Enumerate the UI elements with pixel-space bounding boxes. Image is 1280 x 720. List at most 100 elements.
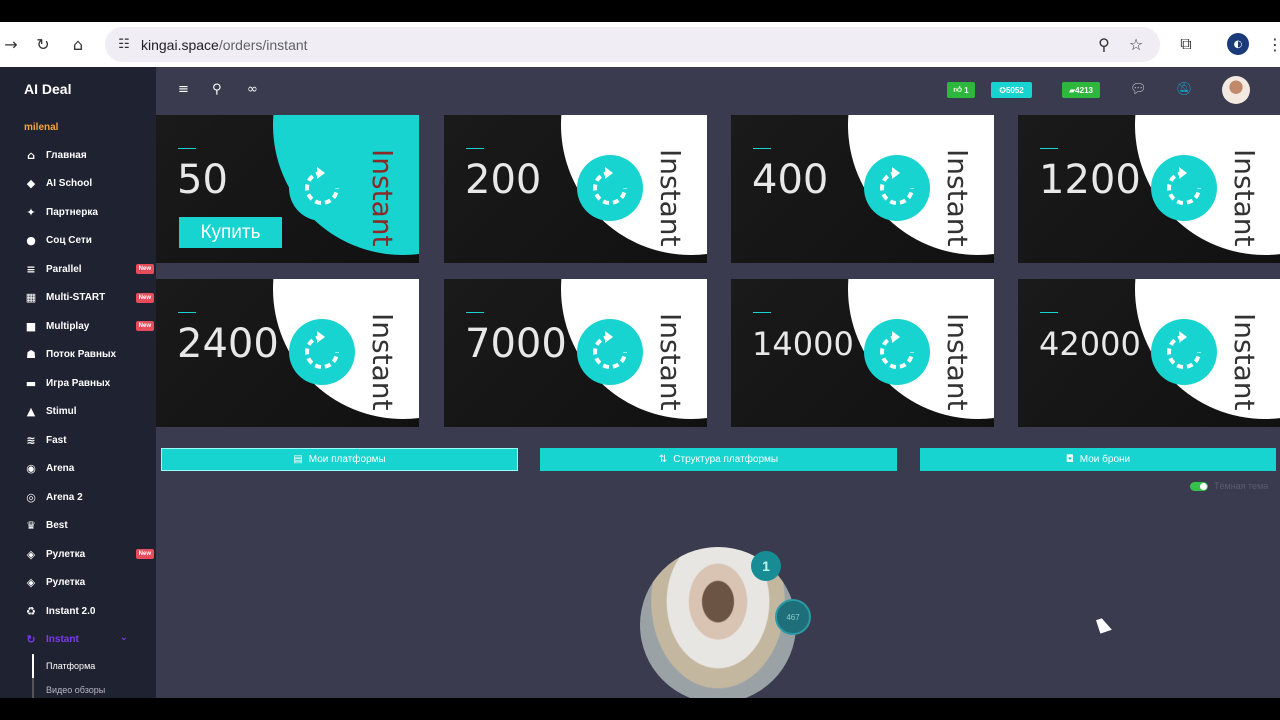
coins-a-value: 5052 — [1005, 85, 1024, 95]
card-accent-line — [753, 148, 771, 149]
dark-theme-toggle[interactable] — [1190, 482, 1208, 491]
recycle-icon: ♻ — [26, 604, 36, 618]
card-accent-line — [178, 148, 196, 149]
platform-structure-button[interactable]: ⇅ Структура платформы — [540, 448, 897, 471]
sidebar-item[interactable]: ⌂ Главная — [0, 141, 156, 170]
top-header: ≡ ⚲ ∞ 👍︎ 1 ✪ 5052 ▰ 4213 💬︎ 🔕︎ — [156, 67, 1280, 113]
forward-icon[interactable]: → — [0, 33, 22, 55]
card-amount: 2400 — [177, 321, 279, 367]
card-type-label: Instant — [941, 149, 974, 247]
sidebar-subitem[interactable]: Видео обзоры — [32, 678, 156, 698]
coins-b-value: 4213 — [1075, 85, 1093, 95]
instant-card[interactable]: 400 Instant — [731, 115, 994, 263]
sidebar-item[interactable]: ■ Multiplay New — [0, 312, 156, 341]
sidebar-item-label: Instant 2.0 — [46, 605, 96, 617]
hamburger-menu-icon[interactable]: ≡ — [178, 82, 189, 97]
my-platforms-button[interactable]: ▤ Мои платформы — [161, 448, 518, 471]
sidebar-item[interactable]: ▦ Multi-START New — [0, 284, 156, 313]
my-bookings-label: Мои брони — [1079, 454, 1131, 465]
my-bookings-button[interactable]: ◘ Мои брони — [920, 448, 1276, 471]
reload-icon[interactable]: ↻ — [32, 33, 54, 55]
card-type-label: Instant — [1228, 149, 1261, 247]
refresh-icon — [289, 319, 355, 385]
sidebar-item[interactable]: ✦ Партнерка — [0, 198, 156, 227]
instant-card[interactable]: 2400 Instant — [156, 279, 419, 427]
likes-counter[interactable]: 👍︎ 1 — [947, 82, 975, 98]
sidebar-item-label: Best — [46, 520, 68, 532]
coin-icon: ✪ — [999, 85, 1006, 95]
sidebar-item-label: Arena — [46, 463, 75, 475]
card-accent-line — [466, 312, 484, 313]
address-bar[interactable]: ☷ kingai.space/orders/instant — [105, 27, 1160, 62]
new-badge: New — [135, 264, 154, 274]
notifications-off-icon[interactable]: 🔕︎ — [1176, 82, 1193, 97]
link-icon[interactable]: ∞ — [247, 82, 258, 97]
sidebar-item-label: Рулетка — [46, 577, 86, 589]
sidebar-item[interactable]: ≡ Parallel New — [0, 255, 156, 284]
sidebar-item[interactable]: ♛ Best — [0, 512, 156, 541]
platform-structure-label: Структура платформы — [673, 454, 779, 465]
username: milenal — [24, 122, 59, 133]
chat-bubbles-icon[interactable]: 💬︎ — [1130, 82, 1147, 97]
home-icon[interactable]: ⌂ — [67, 33, 89, 55]
user-avatar[interactable] — [1222, 76, 1250, 104]
camera-icon: ◘ — [1065, 454, 1074, 465]
mouse-cursor-icon — [1096, 616, 1112, 634]
instant-card[interactable]: 7000 Instant — [444, 279, 707, 427]
sidebar-item-label: Arena 2 — [46, 491, 83, 503]
sidebar-item-label: Рулетка — [46, 548, 86, 560]
instant-card[interactable]: 1200 Instant — [1018, 115, 1280, 263]
video-badge-side: 467 — [775, 599, 811, 635]
sidebar-item[interactable]: ◉ Arena — [0, 455, 156, 484]
card-type-label: Instant — [366, 149, 399, 247]
instant-card[interactable]: 42000 Instant — [1018, 279, 1280, 427]
menu-kebab-icon[interactable]: ⋮ — [1264, 33, 1280, 55]
card-accent-line — [178, 312, 196, 313]
cube-icon: ■ — [25, 319, 37, 333]
sidebar-item-label: Поток Равных — [46, 349, 117, 361]
target-icon: ◎ — [26, 490, 36, 504]
sidebar-item[interactable]: ≋ Fast — [0, 426, 156, 455]
refresh-icon: ↻ — [26, 633, 36, 647]
coins-a-counter[interactable]: ✪ 5052 — [991, 82, 1032, 98]
sidebar-item[interactable]: ↻ Instant ⌄ — [0, 626, 156, 655]
sidebar-item[interactable]: ▲ Stimul — [0, 398, 156, 427]
video-badge-top: 1 — [751, 551, 781, 581]
zoom-icon[interactable]: ⚲ — [1093, 33, 1115, 55]
thumbs-up-icon: 👍︎ — [953, 85, 962, 94]
browser-toolbar: → ↻ ⌂ ☷ kingai.space/orders/instant ⚲ ☆ … — [0, 22, 1280, 67]
sidebar-item[interactable]: ◈ Рулетка — [0, 569, 156, 598]
instant-card[interactable]: 50 Instant Купить — [156, 115, 419, 263]
card-type-label: Instant — [654, 313, 687, 411]
card-type-label: Instant — [366, 313, 399, 411]
sidebar-nav: ⌂ Главная ◆ AI School ✦ Партнерка ● Соц Сети ≡ Pa… — [0, 141, 156, 698]
sidebar-item[interactable]: ◈ Рулетка New — [0, 540, 156, 569]
sidebar-subitem[interactable]: Платформа — [32, 654, 156, 678]
buy-button[interactable]: Купить — [179, 217, 282, 248]
card-accent-line — [753, 312, 771, 313]
instant-card[interactable]: 14000 Instant — [731, 279, 994, 427]
coins-b-counter[interactable]: ▰ 4213 — [1062, 82, 1100, 98]
search-icon[interactable]: ⚲ — [212, 82, 222, 97]
bookmark-star-icon[interactable]: ☆ — [1125, 33, 1147, 55]
sidebar-item[interactable]: ● Соц Сети — [0, 227, 156, 256]
sidebar-item[interactable]: ♻ Instant 2.0 — [0, 597, 156, 626]
site-settings-icon[interactable]: ☷ — [113, 33, 135, 55]
card-type-label: Instant — [941, 313, 974, 411]
url-host: kingai.space — [141, 36, 219, 53]
new-badge: New — [135, 292, 154, 303]
app-root: AI Deal milenal ⌂ Главная ◆ AI School ✦ Партн… — [0, 67, 1280, 698]
grid-icon: ▦ — [25, 291, 37, 305]
gamepad-icon: ▬ — [25, 376, 37, 390]
sidebar-item[interactable]: ◎ Arena 2 — [0, 483, 156, 512]
new-badge: New — [135, 321, 154, 331]
card-amount: 14000 — [752, 325, 854, 363]
sidebar-item[interactable]: ◆ AI School — [0, 170, 156, 199]
extensions-icon[interactable]: ⧉ — [1175, 33, 1197, 55]
sidebar-item[interactable]: ▬ Игра Равных — [0, 369, 156, 398]
instant-card[interactable]: 200 Instant — [444, 115, 707, 263]
sidebar-item[interactable]: ☗ Поток Равных — [0, 341, 156, 370]
profile-avatar-icon[interactable]: ◐ — [1227, 33, 1249, 55]
triangle-icon: ▲ — [26, 405, 36, 419]
sidebar-item-label: Multiplay — [46, 320, 90, 332]
